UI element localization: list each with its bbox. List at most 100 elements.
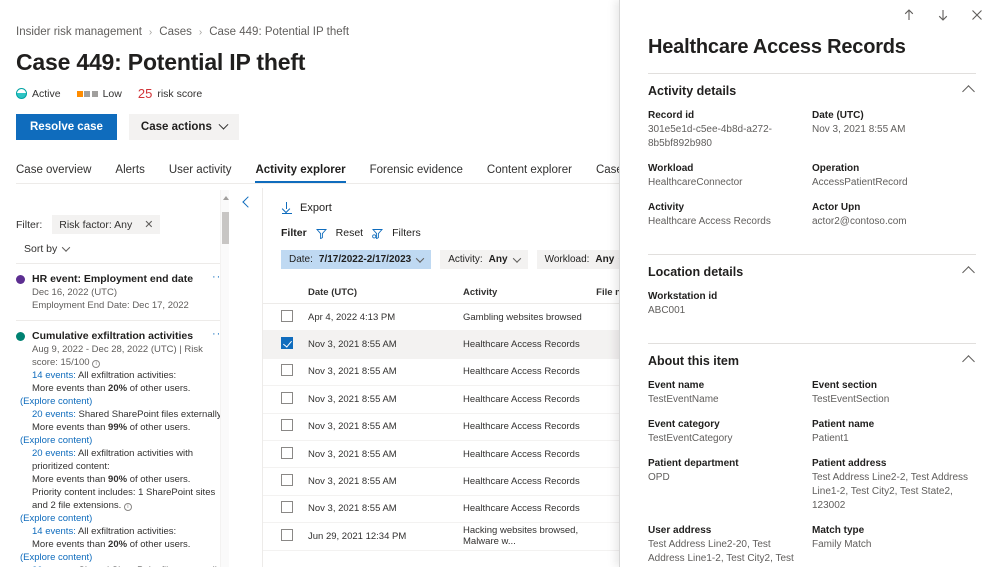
export-button[interactable]: Export (263, 188, 624, 214)
panel-field-grid: Workstation idABC001 (648, 290, 976, 329)
row-checkbox[interactable] (281, 337, 293, 349)
cell-date: Nov 3, 2021 8:55 AM (308, 476, 463, 487)
close-icon[interactable]: ✕ (144, 218, 153, 231)
row-checkbox[interactable] (281, 529, 293, 541)
row-checkbox[interactable] (281, 501, 293, 513)
collapse-panel-icon[interactable] (240, 196, 252, 208)
tab-content-explorer[interactable]: Content explorer (475, 164, 584, 183)
panel-field: Date (UTC)Nov 3, 2021 8:55 AM (812, 109, 976, 151)
tab-user-activity[interactable]: User activity (157, 164, 244, 183)
table-row[interactable]: Apr 4, 2022 4:13 PMGambling websites bro… (263, 304, 624, 331)
table-row[interactable]: Nov 3, 2021 8:55 AMHealthcare Access Rec… (263, 331, 624, 358)
event-count-link[interactable]: 14 events: (32, 370, 76, 381)
table-row[interactable]: Nov 3, 2021 8:55 AMHealthcare Access Rec… (263, 496, 624, 523)
panel-field: ActivityHealthcare Access Records (648, 201, 812, 229)
close-icon[interactable] (970, 8, 984, 22)
scroll-up-icon[interactable] (223, 196, 229, 200)
activity-event-line: 14 events: All exfiltration activities:M… (32, 369, 226, 395)
activity-list-scrollbar[interactable] (220, 190, 229, 567)
scrollbar-thumb[interactable] (222, 212, 229, 244)
sort-by-dropdown[interactable]: Sort by (24, 243, 232, 255)
table-row[interactable]: Nov 3, 2021 8:55 AMHealthcare Access Rec… (263, 441, 624, 468)
breadcrumb-item-1[interactable]: Cases (159, 26, 192, 38)
tab-bar: Case overviewAlertsUser activityActivity… (16, 156, 624, 184)
event-count-link[interactable]: 14 events: (32, 526, 76, 537)
filters-button[interactable]: Filters (392, 227, 421, 239)
row-checkbox[interactable] (281, 310, 293, 322)
panel-section-title: About this item (648, 354, 739, 368)
explore-content-link[interactable]: (Explore content) (20, 512, 226, 525)
row-checkbox[interactable] (281, 447, 293, 459)
tab-activity-explorer[interactable]: Activity explorer (243, 164, 357, 183)
row-checkbox[interactable] (281, 419, 293, 431)
panel-field-key: User address (648, 524, 804, 538)
panel-sections: Activity details Record id301e5e1d-c5ee-4… (620, 73, 1000, 567)
row-checkbox[interactable] (281, 474, 293, 486)
info-icon[interactable]: i (92, 360, 100, 368)
panel-field: Event categoryTestEventCategory (648, 418, 812, 446)
tab-label: Content explorer (487, 164, 572, 176)
risk-factor-filter-pill[interactable]: Risk factor: Any ✕ (52, 215, 160, 234)
filter-toolbar-label: Filter (281, 227, 307, 239)
case-actions-button[interactable]: Case actions (129, 114, 239, 140)
arrow-down-icon[interactable] (936, 8, 950, 22)
column-header-activity[interactable]: Activity (463, 287, 588, 298)
info-icon[interactable]: i (124, 503, 132, 511)
activity-card-subtitle: Employment End Date: Dec 17, 2022 (32, 299, 226, 312)
chevron-up-icon (962, 266, 975, 279)
main-content: Insider risk management › Cases › Case 4… (0, 0, 624, 567)
table-row[interactable]: Nov 3, 2021 8:55 AMHealthcare Access Rec… (263, 359, 624, 386)
cell-date: Nov 3, 2021 8:55 AM (308, 421, 463, 432)
row-checkbox-cell (281, 364, 308, 379)
row-checkbox[interactable] (281, 392, 293, 404)
activity-card[interactable]: HR event: Employment end date···Dec 16, … (16, 263, 226, 320)
export-label: Export (300, 202, 332, 214)
filter-pill-date[interactable]: Date:7/17/2022-2/17/2023 (281, 250, 431, 269)
event-count-link[interactable]: 20 events: (32, 448, 76, 459)
filter-pill-activity[interactable]: Activity:Any (440, 250, 527, 269)
arrow-up-icon[interactable] (902, 8, 916, 22)
activity-card-header: Cumulative exfiltration activities··· (16, 330, 226, 343)
risk-score: 25 risk score (138, 86, 202, 101)
panel-field: Record id301e5e1d-c5ee-4b8d-a272-8b5bf89… (648, 109, 812, 151)
table-row[interactable]: Nov 3, 2021 8:55 AMHealthcare Access Rec… (263, 468, 624, 495)
panel-section-header[interactable]: About this item (648, 354, 976, 368)
cell-activity: Hacking websites browsed, Malware w... (463, 525, 588, 547)
panel-section-about-this-item: About this itemEvent nameTestEventNameEv… (648, 343, 976, 567)
activity-card[interactable]: Cumulative exfiltration activities···Aug… (16, 320, 226, 567)
tab-alerts[interactable]: Alerts (103, 164, 156, 183)
breadcrumb-separator-icon: › (199, 27, 202, 38)
tab-case-overview[interactable]: Case overview (16, 164, 103, 183)
resolve-case-button[interactable]: Resolve case (16, 114, 117, 140)
panel-section-location-details: Location details Workstation idABC001 (648, 254, 976, 329)
row-checkbox-cell (281, 529, 308, 544)
filter-pill-workload[interactable]: Workload:Any (537, 250, 624, 269)
tab-case-notes[interactable]: Case notes (584, 164, 624, 183)
table-row[interactable]: Nov 3, 2021 8:55 AMHealthcare Access Rec… (263, 414, 624, 441)
breadcrumb-item-0[interactable]: Insider risk management (16, 26, 142, 38)
severity-label: Low (103, 88, 122, 100)
row-checkbox-cell (281, 337, 308, 352)
activity-card-subtitle: Dec 16, 2022 (UTC) (32, 286, 226, 299)
panel-section-header[interactable]: Activity details (648, 84, 976, 98)
panel-section-activity-details: Activity details Record id301e5e1d-c5ee-4… (648, 73, 976, 240)
status-label: Active (32, 88, 61, 100)
tab-forensic-evidence[interactable]: Forensic evidence (358, 164, 475, 183)
column-header-date[interactable]: Date (UTC) (308, 287, 463, 298)
panel-field-value: actor2@contoso.com (812, 215, 968, 229)
cell-date: Nov 3, 2021 8:55 AM (308, 449, 463, 460)
panel-field-key: Event section (812, 379, 968, 393)
explore-content-link[interactable]: (Explore content) (20, 395, 226, 408)
filter-pill-row: Date:7/17/2022-2/17/2023 Activity:Any Work… (263, 239, 624, 269)
panel-section-header[interactable]: Location details (648, 265, 976, 279)
table-row[interactable]: Jun 29, 2021 12:34 PMHacking websites br… (263, 523, 624, 550)
event-count-link[interactable]: 20 events: (32, 409, 76, 420)
cell-activity: Gambling websites browsed (463, 312, 588, 323)
table-row[interactable]: Nov 3, 2021 8:55 AMHealthcare Access Rec… (263, 386, 624, 413)
explore-content-link[interactable]: (Explore content) (20, 434, 226, 447)
explore-content-link[interactable]: (Explore content) (20, 551, 226, 564)
breadcrumb-separator-icon: › (149, 27, 152, 38)
row-checkbox[interactable] (281, 364, 293, 376)
reset-filters-button[interactable]: Reset (336, 227, 363, 239)
panel-field-key: Patient department (648, 457, 804, 471)
